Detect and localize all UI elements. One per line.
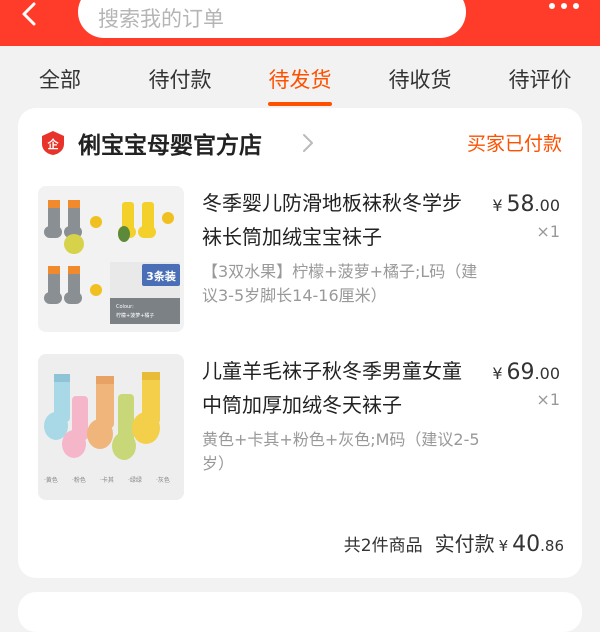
tab-pending-receipt[interactable]: 待收货: [389, 64, 452, 94]
product-quantity: ×1: [536, 222, 560, 241]
price-integer: 58: [506, 192, 535, 217]
thumb-color-1: ·黄色: [44, 476, 58, 484]
thumb-color-2: ·粉色: [72, 476, 86, 484]
currency-symbol: ¥: [492, 196, 503, 215]
product-quantity: ×1: [536, 390, 560, 409]
product-title[interactable]: 儿童羊毛袜子秋冬季男童女童中筒加厚加绒冬天袜子: [202, 354, 472, 422]
thumb-color-5: ·灰色: [156, 476, 170, 484]
currency-symbol: ¥: [498, 537, 509, 555]
product-sku: 黄色+卡其+粉色+灰色;M码（建议2-5岁）: [202, 430, 480, 473]
product-thumbnail[interactable]: 3条装 Colour: 柠檬+菠萝+橘子: [38, 186, 184, 332]
product-price: ¥69.00: [492, 360, 560, 385]
thumb-badge: 3条装: [146, 269, 176, 283]
shop-badge-icon: 企: [40, 130, 66, 156]
currency-symbol: ¥: [492, 364, 503, 383]
thumb-caption-en: Colour:: [116, 304, 134, 310]
price-decimal: .00: [534, 196, 560, 215]
item-count: 共2件商品: [343, 536, 423, 556]
product-title[interactable]: 冬季婴儿防滑地板袜秋冬学步袜长筒加绒宝宝袜子: [202, 186, 472, 254]
total-price-integer: 40: [512, 532, 541, 557]
top-bar: 搜索我的订单: [0, 0, 600, 46]
paid-label: 实付款: [434, 532, 495, 556]
thumb-color-4: ·绿绿: [128, 476, 142, 484]
order-item[interactable]: 3条装 Colour: 柠檬+菠萝+橘子 冬季婴儿防滑地板袜秋冬学步袜长筒加绒宝…: [18, 186, 582, 336]
total-price-decimal: .86: [540, 537, 564, 555]
back-button[interactable]: [14, 0, 48, 30]
more-dots-icon[interactable]: [542, 0, 586, 16]
price-integer: 69: [506, 360, 535, 385]
chevron-right-icon[interactable]: [300, 132, 316, 154]
product-thumbnail[interactable]: ·黄色 ·粉色 ·卡其 ·绿绿 ·灰色: [38, 354, 184, 500]
shop-header[interactable]: 企 俐宝宝母婴官方店 买家已付款: [18, 108, 582, 176]
tab-pending-payment[interactable]: 待付款: [149, 64, 212, 94]
search-placeholder: 搜索我的订单: [98, 7, 224, 31]
thumb-caption-cn: 柠檬+菠萝+橘子: [116, 312, 154, 319]
back-arrow-icon: [22, 2, 36, 26]
svg-text:企: 企: [47, 137, 60, 151]
order-item[interactable]: ·黄色 ·粉色 ·卡其 ·绿绿 ·灰色 儿童羊毛袜子秋冬季男童女童中筒加厚加绒冬…: [18, 354, 582, 504]
shop-name[interactable]: 俐宝宝母婴官方店: [78, 126, 262, 160]
tab-pending-review[interactable]: 待评价: [509, 64, 572, 94]
search-input[interactable]: 搜索我的订单: [78, 0, 466, 38]
order-summary: 共2件商品 实付款 ¥40.86: [344, 528, 564, 557]
product-sku: 【3双水果】柠檬+菠萝+橘子;L码（建议3-5岁脚长14-16厘米）: [202, 262, 478, 305]
order-status: 买家已付款: [466, 133, 562, 155]
tab-pending-shipment[interactable]: 待发货: [269, 64, 332, 94]
next-order-card[interactable]: [18, 592, 582, 632]
product-price: ¥58.00: [492, 192, 560, 217]
order-tabs: 全部 待付款 待发货 待收货 待评价: [0, 46, 600, 108]
price-decimal: .00: [534, 364, 560, 383]
thumb-color-3: ·卡其: [100, 476, 114, 484]
order-card[interactable]: 企 俐宝宝母婴官方店 买家已付款 3条装 Colour: 柠檬+菠萝+橘子 冬季…: [18, 108, 582, 578]
tab-all[interactable]: 全部: [39, 64, 81, 94]
active-tab-indicator: [268, 102, 332, 106]
